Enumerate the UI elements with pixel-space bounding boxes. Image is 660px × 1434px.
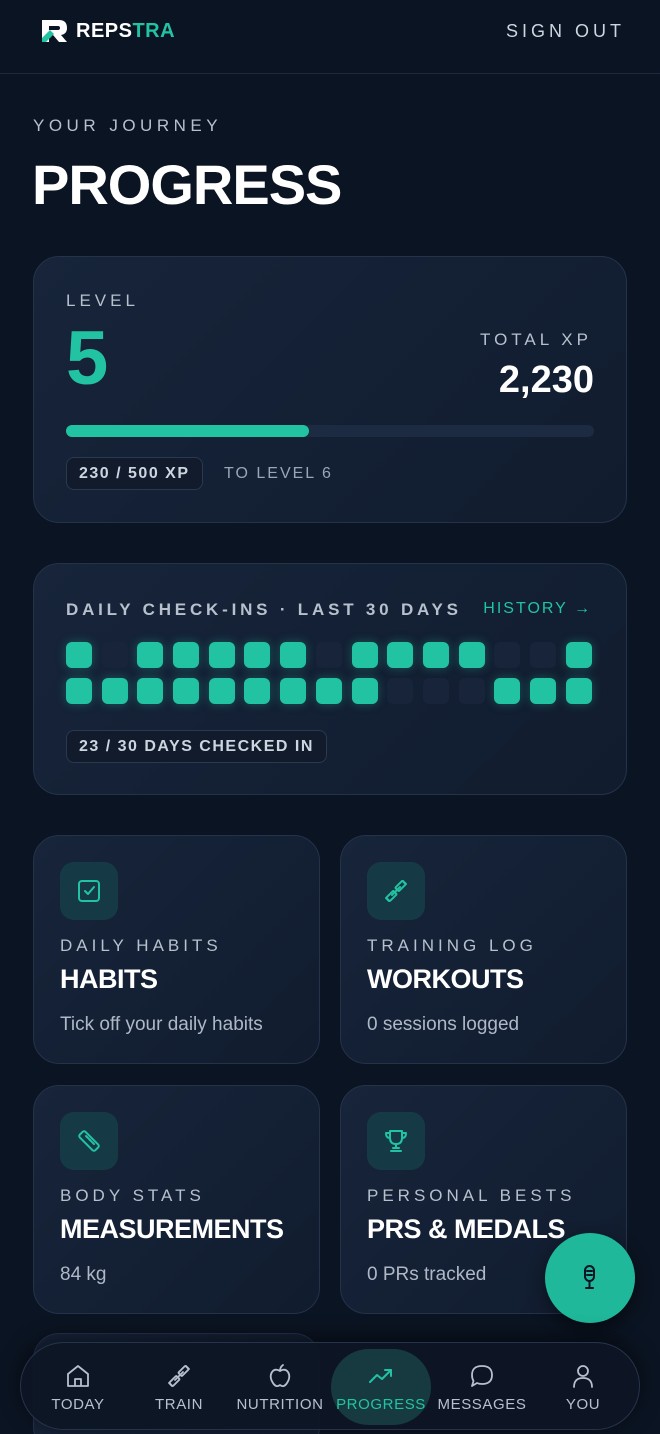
page-title: PROGRESS (32, 153, 342, 216)
tile-title: MEASUREMENTS (60, 1214, 284, 1244)
checkin-day-checked (101, 678, 128, 704)
measurements-tile[interactable]: BODY STATS MEASUREMENTS 84 kg (33, 1085, 320, 1314)
trophy-icon (367, 1112, 425, 1170)
checkin-day-missed (422, 678, 449, 704)
checkin-day-missed (315, 642, 342, 668)
trend-up-icon (369, 1368, 392, 1383)
voice-fab-button[interactable] (545, 1233, 635, 1323)
checkin-day-checked (387, 642, 414, 668)
checkin-day-checked (351, 678, 378, 704)
checkin-day-checked (137, 642, 164, 668)
progress-page: REPSTRA SIGN OUT YOUR JOURNEY PROGRESS L… (0, 0, 660, 1434)
brand-name-part2: TRA (132, 19, 176, 42)
nav-nutrition[interactable]: NUTRITION (230, 1343, 330, 1431)
total-xp-value: 2,230 (498, 359, 594, 401)
checkin-day-checked (458, 642, 485, 668)
level-card: LEVEL 5 TOTAL XP 2,230 230 / 500 XP TO L… (33, 256, 627, 523)
checkin-day-missed (529, 642, 556, 668)
dumbbell-icon (367, 862, 425, 920)
total-xp-label: TOTAL XP (480, 330, 592, 349)
tile-subtitle: 0 PRs tracked (367, 1264, 487, 1285)
level-value: 5 (66, 316, 109, 401)
checkin-day-checked (137, 678, 164, 704)
tile-eyebrow: TRAINING LOG (367, 936, 537, 955)
sign-out-button[interactable]: SIGN OUT (506, 21, 625, 42)
tile-title: HABITS (60, 964, 158, 994)
chat-bubble-icon (471, 1364, 493, 1387)
user-icon (573, 1364, 593, 1388)
nav-label: MESSAGES (437, 1395, 527, 1413)
ruler-icon (60, 1112, 118, 1170)
checkin-day-checked (280, 642, 307, 668)
checkin-day-checked (208, 678, 235, 704)
tile-subtitle: 0 sessions logged (367, 1014, 520, 1035)
checkin-day-missed (458, 678, 485, 704)
checkin-day-checked (315, 678, 342, 704)
nav-messages[interactable]: MESSAGES (432, 1343, 532, 1431)
level-label: LEVEL (66, 291, 139, 310)
checkin-day-checked (66, 678, 92, 704)
checkin-day-checked (280, 678, 307, 704)
home-icon (67, 1364, 89, 1387)
apple-icon (269, 1363, 291, 1387)
next-level-text: TO LEVEL 6 (224, 465, 333, 482)
xp-progress-badge: 230 / 500 XP (66, 457, 203, 490)
checkin-day-checked (66, 642, 92, 668)
habits-tile[interactable]: DAILY HABITS HABITS Tick off your daily … (33, 835, 320, 1064)
tile-eyebrow: PERSONAL BESTS (367, 1186, 576, 1205)
checkin-day-checked (494, 678, 521, 704)
xp-progress-bar (66, 425, 594, 437)
nav-label: YOU (565, 1395, 601, 1413)
nav-progress[interactable]: PROGRESS (331, 1343, 431, 1431)
history-link[interactable]: HISTORY → (483, 600, 592, 618)
tile-subtitle: Tick off your daily habits (60, 1014, 263, 1035)
repstra-logo-icon (42, 20, 67, 42)
nav-you[interactable]: YOU (533, 1343, 633, 1431)
checkin-day-checked (244, 678, 271, 704)
microphone-icon (584, 1265, 595, 1289)
xp-progress-fill (66, 425, 309, 437)
nav-label: PROGRESS (336, 1395, 426, 1413)
brand-name: REPSTRA (76, 20, 175, 43)
checkins-title: DAILY CHECK-INS · LAST 30 DAYS (66, 600, 462, 619)
tile-title: PRS & MEDALS (367, 1214, 566, 1244)
checkin-day-checked (565, 678, 592, 704)
tile-eyebrow: BODY STATS (60, 1186, 205, 1205)
checkin-day-checked (173, 642, 200, 668)
tile-subtitle: 84 kg (60, 1264, 107, 1285)
daily-checkins-card: DAILY CHECK-INS · LAST 30 DAYS HISTORY →… (33, 563, 627, 795)
checkbox-icon (60, 862, 118, 920)
checkin-day-checked (529, 678, 556, 704)
checkin-day-checked (565, 642, 592, 668)
nav-label: NUTRITION (236, 1395, 324, 1413)
checkin-day-checked (351, 642, 378, 668)
nav-label: TODAY (51, 1395, 105, 1413)
checkin-day-checked (244, 642, 271, 668)
checkin-day-checked (422, 642, 449, 668)
checkin-day-checked (173, 678, 200, 704)
app-header: REPSTRA SIGN OUT (0, 0, 660, 74)
workouts-tile[interactable]: TRAINING LOG WORKOUTS 0 sessions logged (340, 835, 627, 1064)
nav-label: TRAIN (155, 1395, 203, 1413)
checkin-day-missed (101, 642, 128, 668)
checkin-day-missed (387, 678, 414, 704)
checkin-day-checked (208, 642, 235, 668)
nav-train[interactable]: TRAIN (129, 1343, 229, 1431)
checkin-grid (66, 642, 596, 704)
checkins-summary-badge: 23 / 30 DAYS CHECKED IN (66, 730, 327, 763)
brand-name-part1: REPS (76, 19, 133, 42)
dumbbell-icon (168, 1364, 190, 1387)
checkin-day-missed (494, 642, 521, 668)
page-eyebrow: YOUR JOURNEY (33, 116, 223, 135)
tile-eyebrow: DAILY HABITS (60, 936, 222, 955)
tile-title: WORKOUTS (367, 964, 524, 994)
nav-today[interactable]: TODAY (28, 1343, 128, 1431)
bottom-navigation: TODAY TRAIN NUTRITION PROGRESS MESSAGES … (20, 1342, 640, 1430)
brand-logo[interactable]: REPSTRA (40, 18, 175, 44)
